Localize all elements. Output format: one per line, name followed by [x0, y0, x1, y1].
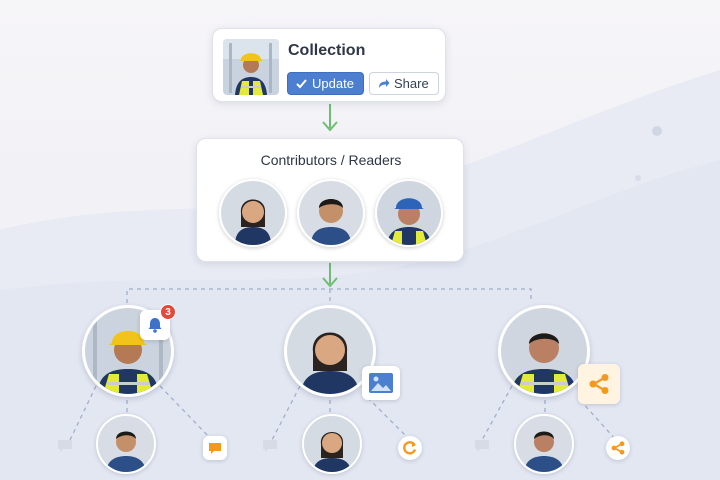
branch3-child-avatar[interactable]	[514, 414, 574, 474]
comment-button-orange[interactable]	[203, 436, 227, 460]
comment-icon-orange	[209, 443, 221, 454]
branch1-child-avatar[interactable]	[96, 414, 156, 474]
share-arrow-icon	[379, 79, 390, 88]
image-icon	[369, 373, 393, 393]
worker-vest-avatar[interactable]	[498, 305, 590, 397]
share-button[interactable]: Share	[369, 72, 439, 95]
contributors-card: Contributors / Readers	[196, 138, 464, 262]
share-button-orange[interactable]	[606, 436, 630, 460]
contributor-avatar-hardhat-worker[interactable]	[375, 179, 443, 247]
comment-icon-faded	[58, 440, 72, 452]
bell-icon	[148, 318, 162, 333]
image-button[interactable]	[362, 366, 400, 400]
check-icon	[296, 79, 307, 89]
contributor-avatar-woman[interactable]	[219, 179, 287, 247]
collection-title: Collection	[288, 42, 366, 59]
refresh-button-orange[interactable]	[398, 436, 422, 460]
branch2-child-avatar[interactable]	[302, 414, 362, 474]
notification-badge: 3	[160, 304, 176, 320]
share-button-label: Share	[394, 76, 429, 91]
share-nodes-icon	[589, 374, 609, 394]
collection-card: Collection Update Share	[212, 28, 446, 102]
collection-thumbnail	[223, 39, 279, 95]
refresh-icon-orange	[403, 441, 417, 455]
contributors-title: Contributors / Readers	[260, 152, 402, 168]
update-button-label: Update	[312, 76, 354, 91]
comment-icon-faded	[263, 440, 277, 452]
comment-icon-faded	[475, 440, 489, 452]
share-nodes-icon-orange	[611, 441, 625, 455]
update-button[interactable]: Update	[287, 72, 364, 95]
contributor-avatar-man[interactable]	[297, 179, 365, 247]
share-nodes-button[interactable]	[578, 364, 620, 404]
